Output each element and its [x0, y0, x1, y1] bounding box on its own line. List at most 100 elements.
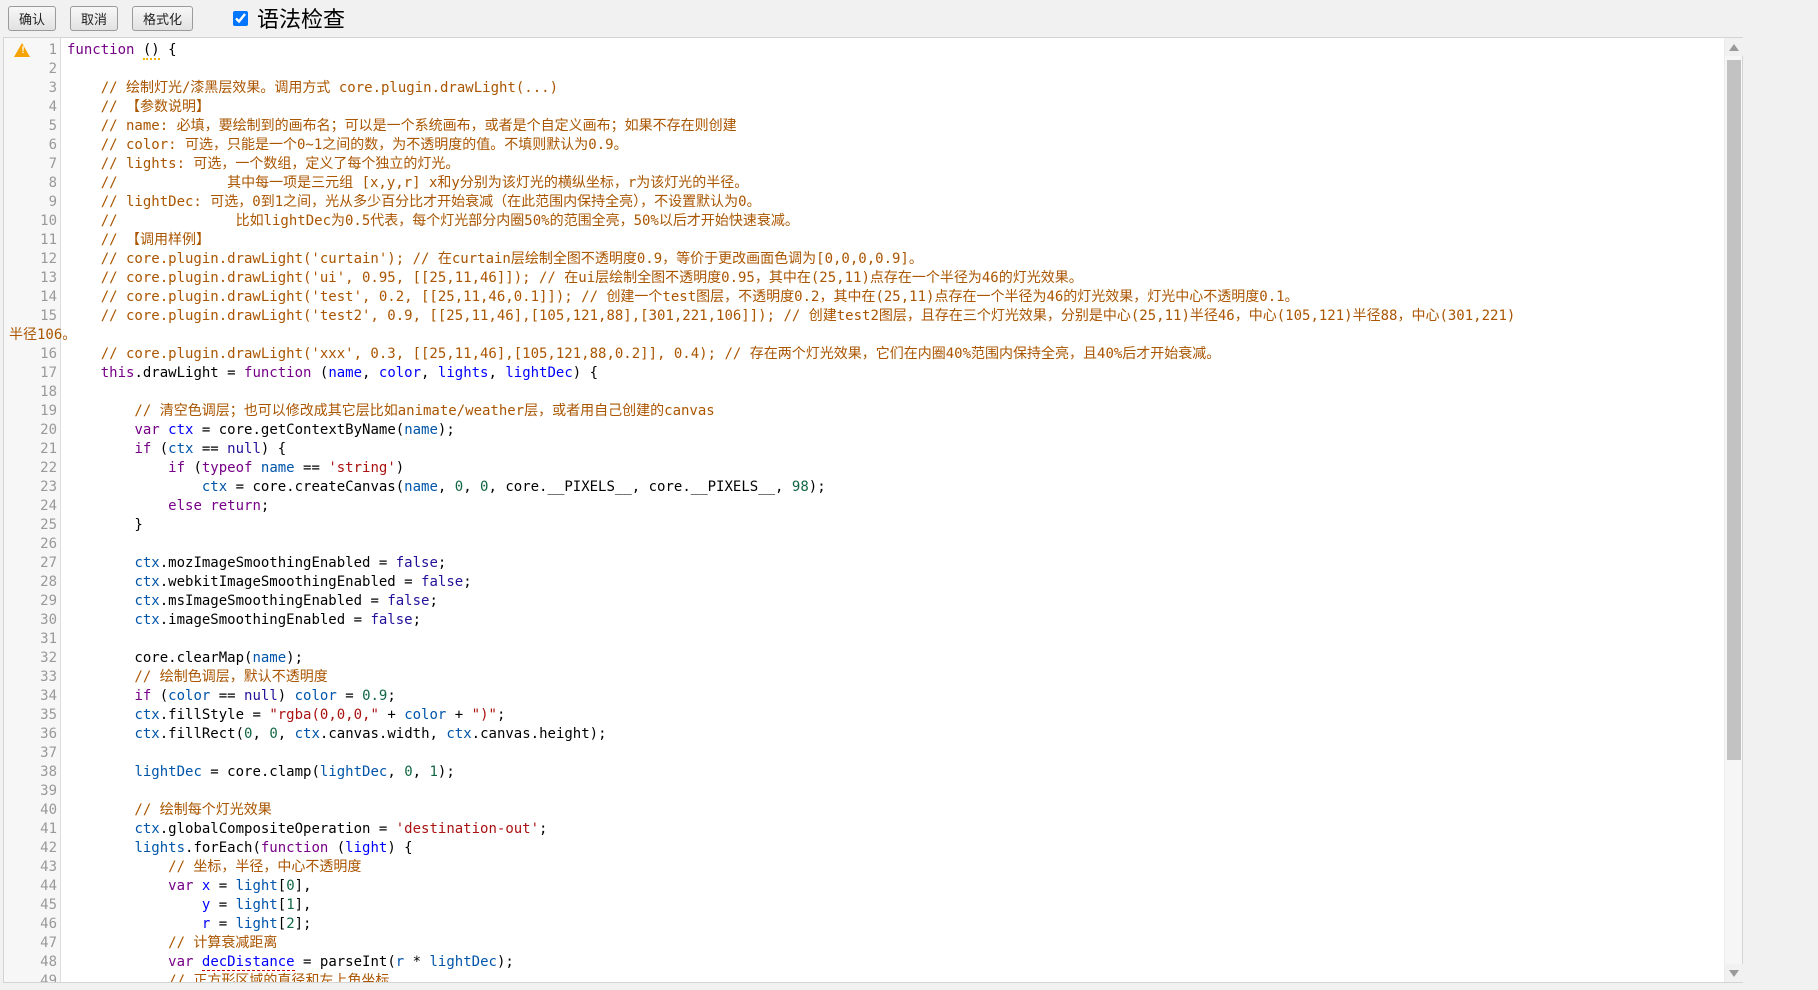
line-number: 8 — [4, 174, 57, 193]
line-number: 18 — [4, 383, 57, 402]
code-text: // lights: 可选，一个数组，定义了每个独立的灯光。 — [4, 155, 1724, 174]
syntax-check-label[interactable]: 语法检查 — [257, 2, 345, 34]
code-line[interactable]: 20 var ctx = core.getContextByName(name)… — [4, 421, 1724, 440]
code-line[interactable]: 38 lightDec = core.clamp(lightDec, 0, 1)… — [4, 763, 1724, 782]
line-number: 9 — [4, 193, 57, 212]
line-number: 3 — [4, 79, 57, 98]
code-line[interactable]: 31 — [4, 630, 1724, 649]
code-line[interactable]: 14 // core.plugin.drawLight('test', 0.2,… — [4, 288, 1724, 307]
line-number: 12 — [4, 250, 57, 269]
line-number: 20 — [4, 421, 57, 440]
code-line[interactable]: 36 ctx.fillRect(0, 0, ctx.canvas.width, … — [4, 725, 1724, 744]
line-number: 41 — [4, 820, 57, 839]
code-line[interactable]: 37 — [4, 744, 1724, 763]
code-line[interactable]: 11 // 【调用样例】 — [4, 231, 1724, 250]
code-line[interactable]: 25 } — [4, 516, 1724, 535]
code-line[interactable]: 23 ctx = core.createCanvas(name, 0, 0, c… — [4, 478, 1724, 497]
code-line[interactable]: 9 // lightDec: 可选，0到1之间，光从多少百分比才开始衰减（在此范… — [4, 193, 1724, 212]
code-line[interactable]: 28 ctx.webkitImageSmoothingEnabled = fal… — [4, 573, 1724, 592]
scrollbar-thumb[interactable] — [1727, 60, 1741, 760]
line-number: 34 — [4, 687, 57, 706]
code-line[interactable]: 22 if (typeof name == 'string') — [4, 459, 1724, 478]
code-text: core.clearMap(name); — [4, 649, 1724, 668]
code-line[interactable]: 39 — [4, 782, 1724, 801]
code-text: // 绘制每个灯光效果 — [4, 801, 1724, 820]
code-text: // 其中每一项是三元组 [x,y,r] x和y分别为该灯光的横纵坐标，r为该灯… — [4, 174, 1724, 193]
code-line[interactable]: 29 ctx.msImageSmoothingEnabled = false; — [4, 592, 1724, 611]
line-number: 22 — [4, 459, 57, 478]
code-text: // core.plugin.drawLight('ui', 0.95, [[2… — [4, 269, 1724, 288]
line-number: 39 — [4, 782, 57, 801]
code-line[interactable]: 30 ctx.imageSmoothingEnabled = false; — [4, 611, 1724, 630]
code-text — [4, 744, 1724, 763]
line-number: 24 — [4, 497, 57, 516]
code-text: ctx.webkitImageSmoothingEnabled = false; — [4, 573, 1724, 592]
code-line[interactable]: 33 // 绘制色调层，默认不透明度 — [4, 668, 1724, 687]
code-line[interactable]: 43 // 坐标，半径，中心不透明度 — [4, 858, 1724, 877]
code-line[interactable]: 49 // 正方形区域的直径和左上角坐标 — [4, 972, 1724, 982]
code-line[interactable]: 19 // 清空色调层；也可以修改成其它层比如animate/weather层，… — [4, 402, 1724, 421]
line-number: 7 — [4, 155, 57, 174]
code-line[interactable]: 18 — [4, 383, 1724, 402]
code-text: // color: 可选，只能是一个0~1之间的数，为不透明度的值。不填则默认为… — [4, 136, 1724, 155]
code-line[interactable]: 12 // core.plugin.drawLight('curtain'); … — [4, 250, 1724, 269]
code-line[interactable]: 3 // 绘制灯光/漆黑层效果。调用方式 core.plugin.drawLig… — [4, 79, 1724, 98]
scroll-up-arrow-icon[interactable] — [1725, 38, 1743, 56]
code-text: if (typeof name == 'string') — [4, 459, 1724, 478]
scroll-down-arrow-icon[interactable] — [1725, 964, 1743, 982]
code-line[interactable]: 27 ctx.mozImageSmoothingEnabled = false; — [4, 554, 1724, 573]
code-text — [4, 782, 1724, 801]
code-line[interactable]: 32 core.clearMap(name); — [4, 649, 1724, 668]
code-editor[interactable]: 1function () {2 3 // 绘制灯光/漆黑层效果。调用方式 cor… — [3, 37, 1743, 983]
code-text: // core.plugin.drawLight('test2', 0.9, [… — [4, 307, 1724, 326]
code-line[interactable]: 42 lights.forEach(function (light) { — [4, 839, 1724, 858]
code-line[interactable]: 2 — [4, 60, 1724, 79]
code-text: // 计算衰减距离 — [4, 934, 1724, 953]
vertical-scrollbar[interactable] — [1724, 38, 1742, 982]
code-line[interactable]: 45 y = light[1], — [4, 896, 1724, 915]
code-line[interactable]: 44 var x = light[0], — [4, 877, 1724, 896]
code-text: var decDistance = parseInt(r * lightDec)… — [4, 953, 1724, 972]
code-line[interactable]: 48 var decDistance = parseInt(r * lightD… — [4, 953, 1724, 972]
code-line[interactable]: 21 if (ctx == null) { — [4, 440, 1724, 459]
line-number: 35 — [4, 706, 57, 725]
code-line[interactable]: 6 // color: 可选，只能是一个0~1之间的数，为不透明度的值。不填则默… — [4, 136, 1724, 155]
code-line[interactable]: 24 else return; — [4, 497, 1724, 516]
code-text: lights.forEach(function (light) { — [4, 839, 1724, 858]
code-line[interactable]: 7 // lights: 可选，一个数组，定义了每个独立的灯光。 — [4, 155, 1724, 174]
line-number: 13 — [4, 269, 57, 288]
code-line[interactable]: 17 this.drawLight = function (name, colo… — [4, 364, 1724, 383]
editor-scroll-area[interactable]: 1function () {2 3 // 绘制灯光/漆黑层效果。调用方式 cor… — [4, 38, 1724, 982]
code-text: else return; — [4, 497, 1724, 516]
line-number: 17 — [4, 364, 57, 383]
code-line[interactable]: 41 ctx.globalCompositeOperation = 'desti… — [4, 820, 1724, 839]
code-line[interactable]: 5 // name: 必填，要绘制到的画布名；可以是一个系统画布，或者是个自定义… — [4, 117, 1724, 136]
code-line[interactable]: 46 r = light[2]; — [4, 915, 1724, 934]
code-line[interactable]: 4 // 【参数说明】 — [4, 98, 1724, 117]
code-line[interactable]: 10 // 比如lightDec为0.5代表，每个灯光部分内圈50%的范围全亮，… — [4, 212, 1724, 231]
code-text: // 比如lightDec为0.5代表，每个灯光部分内圈50%的范围全亮，50%… — [4, 212, 1724, 231]
line-number: 31 — [4, 630, 57, 649]
code-line[interactable]: 13 // core.plugin.drawLight('ui', 0.95, … — [4, 269, 1724, 288]
syntax-check-checkbox[interactable] — [233, 11, 248, 26]
code-line[interactable]: 1function () { — [4, 41, 1724, 60]
cancel-button[interactable]: 取消 — [70, 6, 118, 31]
code-line[interactable]: 15 // core.plugin.drawLight('test2', 0.9… — [4, 307, 1724, 326]
line-number: 42 — [4, 839, 57, 858]
code-text: // name: 必填，要绘制到的画布名；可以是一个系统画布，或者是个自定义画布… — [4, 117, 1724, 136]
code-line[interactable]: 40 // 绘制每个灯光效果 — [4, 801, 1724, 820]
line-number: 37 — [4, 744, 57, 763]
code-line[interactable]: 8 // 其中每一项是三元组 [x,y,r] x和y分别为该灯光的横纵坐标，r为… — [4, 174, 1724, 193]
code-line[interactable]: 47 // 计算衰减距离 — [4, 934, 1724, 953]
code-text: // 【参数说明】 — [4, 98, 1724, 117]
code-line-wrapped[interactable]: 半径106。 — [4, 326, 1724, 345]
code-text: // core.plugin.drawLight('xxx', 0.3, [[2… — [4, 345, 1724, 364]
code-line[interactable]: 35 ctx.fillStyle = "rgba(0,0,0," + color… — [4, 706, 1724, 725]
code-text: // 绘制色调层，默认不透明度 — [4, 668, 1724, 687]
code-line[interactable]: 26 — [4, 535, 1724, 554]
confirm-button[interactable]: 确认 — [8, 6, 56, 31]
code-line[interactable]: 16 // core.plugin.drawLight('xxx', 0.3, … — [4, 345, 1724, 364]
format-button[interactable]: 格式化 — [132, 6, 193, 31]
code-line[interactable]: 34 if (color == null) color = 0.9; — [4, 687, 1724, 706]
code-text: ctx = core.createCanvas(name, 0, 0, core… — [4, 478, 1724, 497]
